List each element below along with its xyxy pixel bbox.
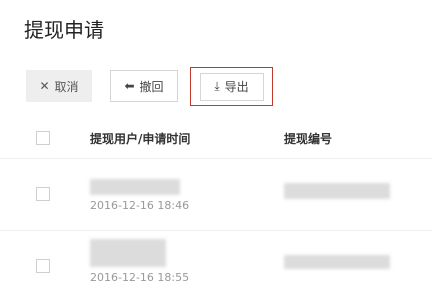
page-title: 提现申请 xyxy=(24,18,104,42)
apply-time: 2016-12-16 18:46 xyxy=(90,199,190,212)
undo-button[interactable]: ⬅ 撤回 xyxy=(110,70,178,102)
download-icon: ⤓ xyxy=(214,79,220,93)
blurred-user-name xyxy=(90,179,180,195)
close-icon: ✕ xyxy=(39,79,50,93)
column-header-withdrawal-id: 提现编号 xyxy=(284,132,333,146)
row-checkbox[interactable] xyxy=(36,187,50,201)
select-all-checkbox[interactable] xyxy=(36,131,50,145)
column-header-user-time: 提现用户/申请时间 xyxy=(90,132,191,146)
cancel-button[interactable]: ✕ 取消 xyxy=(26,70,92,102)
blurred-withdrawal-id xyxy=(284,183,390,199)
table-header: 提现用户/申请时间 提现编号 xyxy=(0,118,432,159)
blurred-user-name xyxy=(90,239,166,267)
reply-icon: ⬅ xyxy=(124,79,135,93)
undo-button-label: 撤回 xyxy=(139,79,164,94)
table-row[interactable]: 2016-12-16 18:46 xyxy=(0,159,432,231)
cancel-button-label: 取消 xyxy=(54,79,79,94)
table-row[interactable]: 2016-12-16 18:55 xyxy=(0,231,432,302)
row-checkbox[interactable] xyxy=(36,259,50,273)
apply-time: 2016-12-16 18:55 xyxy=(90,271,190,284)
export-button[interactable]: ⤓ 导出 xyxy=(190,67,273,106)
export-button-inner[interactable]: ⤓ 导出 xyxy=(199,72,264,101)
export-button-label: 导出 xyxy=(224,80,249,94)
blurred-withdrawal-id xyxy=(284,255,390,269)
